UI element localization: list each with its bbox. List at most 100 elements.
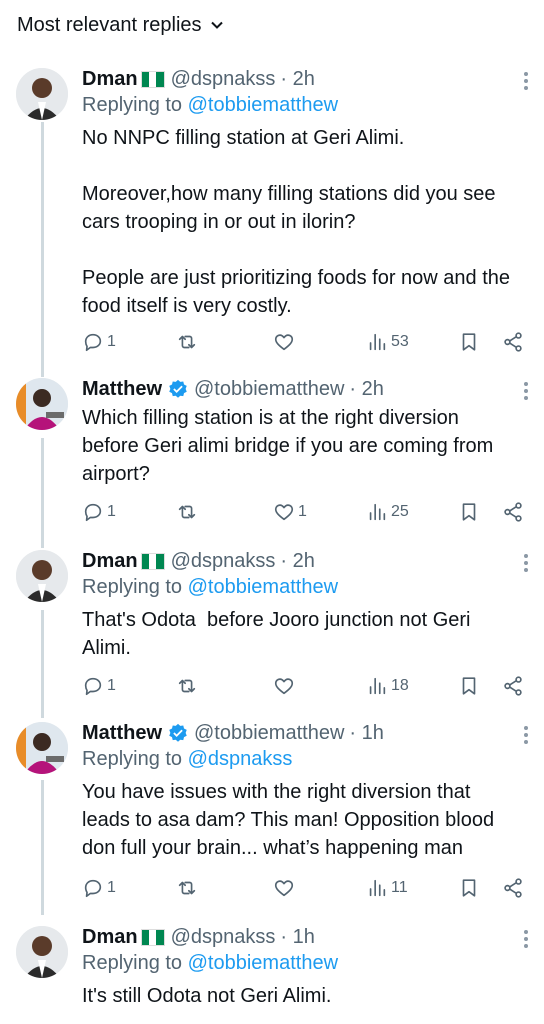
timestamp[interactable]: · 2h	[280, 548, 314, 574]
views-button[interactable]: 11	[366, 877, 408, 899]
reply-text: You have issues with the right diversion…	[82, 781, 495, 859]
bookmark-button[interactable]	[458, 331, 480, 353]
avatar[interactable]	[16, 378, 68, 430]
replying-to-label: Replying to	[82, 576, 188, 598]
action-bar: 1 53	[82, 330, 524, 354]
share-icon	[502, 877, 524, 899]
repost-icon	[176, 675, 198, 697]
verified-badge-icon	[169, 379, 187, 398]
like-button[interactable]: 1	[273, 501, 307, 523]
like-count: 1	[298, 503, 307, 520]
bookmark-button[interactable]	[458, 877, 480, 899]
replying-to-link[interactable]: @dspnakss	[188, 748, 293, 770]
more-options-icon[interactable]	[524, 726, 528, 747]
replying-to: Replying to @tobbiematthew	[82, 574, 524, 600]
author-name[interactable]: Matthew	[82, 720, 162, 746]
reply-count: 1	[107, 333, 116, 350]
repost-button[interactable]	[176, 877, 201, 899]
share-button[interactable]	[502, 501, 524, 523]
share-icon	[502, 675, 524, 697]
bookmark-icon	[458, 501, 480, 523]
like-button[interactable]	[273, 675, 298, 697]
more-options-icon[interactable]	[524, 382, 528, 403]
timestamp[interactable]: · 2h	[349, 376, 383, 402]
author-name[interactable]: Matthew	[82, 376, 162, 402]
reply-item[interactable]: Dman @dspnakss · 2h Replying to @tobbiem…	[0, 546, 544, 706]
replying-to-label: Replying to	[82, 748, 188, 770]
like-button[interactable]	[273, 877, 298, 899]
timestamp[interactable]: · 1h	[349, 720, 383, 746]
timestamp[interactable]: · 2h	[280, 66, 314, 92]
reply-button[interactable]: 1	[82, 501, 116, 523]
views-count: 25	[391, 503, 409, 520]
like-icon	[273, 877, 295, 899]
views-button[interactable]: 25	[366, 501, 409, 523]
reply-item[interactable]: Matthew @tobbiematthew · 1h Replying to …	[0, 718, 544, 908]
nigeria-flag-icon	[140, 552, 165, 570]
verified-badge-icon	[169, 723, 187, 742]
bookmark-icon	[458, 877, 480, 899]
repost-icon	[176, 877, 198, 899]
author-handle[interactable]: @tobbiematthew	[194, 720, 344, 746]
reply-button[interactable]: 1	[82, 331, 116, 353]
views-count: 18	[391, 677, 409, 694]
author-name[interactable]: Dman	[82, 924, 138, 950]
repost-button[interactable]	[176, 331, 201, 353]
views-icon	[366, 331, 388, 353]
more-options-icon[interactable]	[524, 72, 528, 93]
author-handle[interactable]: @dspnakss	[171, 924, 276, 950]
action-bar: 1 11	[82, 876, 524, 900]
reply-icon	[82, 675, 104, 697]
reply-item[interactable]: Dman @dspnakss · 2h Replying to @tobbiem…	[0, 64, 544, 364]
author-name[interactable]: Dman	[82, 548, 138, 574]
bookmark-icon	[458, 331, 480, 353]
views-count: 53	[391, 333, 409, 350]
share-button[interactable]	[502, 675, 524, 697]
more-options-icon[interactable]	[524, 930, 528, 951]
nigeria-flag-icon	[140, 70, 165, 88]
author-name[interactable]: Dman	[82, 66, 138, 92]
reply-item[interactable]: Matthew @tobbiematthew · 2h Which fillin…	[0, 374, 544, 534]
timestamp[interactable]: · 1h	[280, 924, 314, 950]
views-icon	[366, 675, 388, 697]
bookmark-button[interactable]	[458, 501, 480, 523]
avatar[interactable]	[16, 550, 68, 602]
sort-replies-dropdown[interactable]: Most relevant replies	[0, 0, 544, 50]
action-bar: 1 1 25	[82, 500, 524, 524]
bookmark-icon	[458, 675, 480, 697]
nigeria-flag-icon	[140, 928, 165, 946]
views-icon	[366, 877, 388, 899]
replying-to: Replying to @tobbiematthew	[82, 950, 524, 976]
reply-text: That's Odota before Jooro junction not G…	[82, 609, 471, 659]
share-icon	[502, 501, 524, 523]
author-handle[interactable]: @dspnakss	[171, 66, 276, 92]
views-button[interactable]: 18	[366, 675, 409, 697]
more-options-icon[interactable]	[524, 554, 528, 575]
repost-button[interactable]	[176, 501, 201, 523]
author-handle[interactable]: @tobbiematthew	[194, 376, 344, 402]
share-button[interactable]	[502, 331, 524, 353]
avatar[interactable]	[16, 722, 68, 774]
avatar[interactable]	[16, 926, 68, 978]
replying-to-label: Replying to	[82, 952, 188, 974]
replying-to-link[interactable]: @tobbiematthew	[188, 576, 338, 598]
like-icon	[273, 501, 295, 523]
views-button[interactable]: 53	[366, 331, 409, 353]
chevron-down-icon	[210, 21, 223, 29]
replying-to-link[interactable]: @tobbiematthew	[188, 94, 338, 116]
bookmark-button[interactable]	[458, 675, 480, 697]
reply-text: It's still Odota not Geri Alimi.	[82, 985, 332, 1007]
repost-button[interactable]	[176, 675, 201, 697]
reply-count: 1	[107, 677, 116, 694]
like-icon	[273, 331, 295, 353]
avatar[interactable]	[16, 68, 68, 120]
share-button[interactable]	[502, 877, 524, 899]
reply-button[interactable]: 1	[82, 675, 116, 697]
replying-to-link[interactable]: @tobbiematthew	[188, 952, 338, 974]
reply-text: Which filling station is at the right di…	[82, 407, 494, 485]
author-handle[interactable]: @dspnakss	[171, 548, 276, 574]
repost-icon	[176, 331, 198, 353]
reply-button[interactable]: 1	[82, 877, 116, 899]
like-button[interactable]	[273, 331, 298, 353]
reply-item[interactable]: Dman @dspnakss · 1h Replying to @tobbiem…	[0, 922, 544, 1024]
